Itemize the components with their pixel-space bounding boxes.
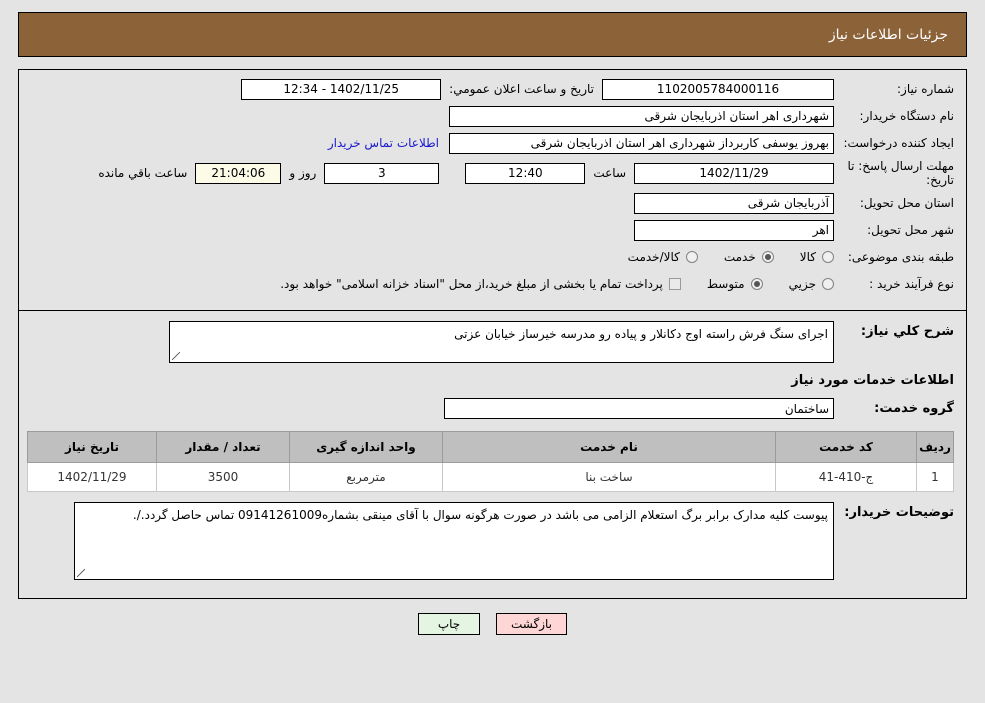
requester-value: بهروز یوسفی کاربرداز شهرداری اهر استان ا… (449, 132, 834, 154)
row-category: طبقه بندی موضوعی: کالا خدمت کالا/خدمت (31, 246, 954, 268)
process-option-label: متوسط (706, 277, 745, 291)
deadline-label: مهلت ارسال پاسخ: تا تاریخ: (847, 159, 954, 187)
radio-icon-selected[interactable] (750, 278, 763, 290)
category-radio-group: کالا خدمت کالا/خدمت (31, 250, 834, 264)
row-need-number: شماره نیاز: 1102005784000116 تاریخ و ساع… (31, 78, 954, 100)
row-description: شرح کلي نیاز: اجرای سنگ فرش راسته اوج دک… (31, 321, 954, 363)
category-option-label: کالا/خدمت (627, 250, 680, 264)
cell-quantity: 3500 (156, 462, 290, 492)
need-number-value: 1102005784000116 (602, 78, 834, 100)
services-table-body: 1 ج-410-41 ساخت بنا مترمربع 3500 1402/11… (27, 462, 954, 492)
th-quantity: تعداد / مقدار (156, 431, 290, 463)
th-service-name: نام خدمت (442, 431, 776, 463)
row-requester: ایجاد کننده درخواست: بهروز یوسفی کاربردا… (31, 132, 954, 154)
th-service-code: کد خدمت (775, 431, 917, 463)
category-option-khedmat[interactable]: خدمت (724, 250, 774, 264)
need-number-label: شماره نیاز: (897, 81, 954, 96)
announce-datetime-value: 1402/11/25 - 12:34 (241, 78, 442, 100)
print-button[interactable]: چاپ (418, 613, 480, 635)
remaining-time-countdown: 21:04:06 (195, 162, 282, 184)
footer-actions: بازگشت چاپ (0, 613, 985, 635)
row-service-group: گروه خدمت: ساختمان (31, 398, 954, 419)
remaining-time-label: ساعت باقي مانده (98, 166, 188, 180)
deadline-date-value: 1402/11/29 (634, 162, 834, 184)
announce-label: تاریخ و ساعت اعلان عمومي: (449, 82, 594, 96)
table-header-row: ردیف کد خدمت نام خدمت واحد اندازه گیری ت… (27, 431, 954, 463)
row-buyer-notes: توضیحات خریدار: پیوست کلیه مدارک برابر ب… (31, 502, 954, 580)
services-table-head: ردیف کد خدمت نام خدمت واحد اندازه گیری ت… (27, 431, 954, 463)
row-buyer-org: نام دستگاه خریدار: شهرداری اهر استان اذر… (31, 105, 954, 127)
radio-icon[interactable] (822, 278, 834, 290)
checkbox-icon[interactable] (668, 278, 681, 290)
category-option-label: خدمت (723, 250, 756, 264)
cell-radif: 1 (916, 462, 954, 492)
process-option-label: جزیي (788, 277, 816, 291)
row-city: شهر محل تحویل: اهر (31, 219, 954, 241)
page-title: جزئیات اطلاعات نیاز (828, 26, 948, 43)
treasury-payment-checkbox-item[interactable]: پرداخت تمام یا بخشی از مبلغ خرید،از محل … (280, 277, 681, 291)
page-root: جزئیات اطلاعات نیاز شماره نیاز: 11020057… (0, 12, 985, 635)
city-label: شهر محل تحویل: (867, 222, 954, 237)
category-option-kala[interactable]: کالا (800, 250, 834, 264)
deadline-hour-value: 12:40 (465, 162, 586, 184)
cell-service-name: ساخت بنا (442, 462, 776, 492)
table-row: 1 ج-410-41 ساخت بنا مترمربع 3500 1402/11… (27, 462, 954, 492)
radio-icon-selected[interactable] (761, 251, 774, 263)
buyer-org-value: شهرداری اهر استان اذربایجان شرقی (449, 105, 834, 127)
details-panel: شماره نیاز: 1102005784000116 تاریخ و ساع… (18, 69, 967, 599)
buyer-org-label: نام دستگاه خریدار: (859, 108, 955, 123)
category-option-label: کالا (799, 250, 816, 264)
purchase-process-radio-group: جزیي متوسط پرداخت تمام یا بخشی از مبلغ خ… (31, 277, 834, 291)
details-section: شرح کلي نیاز: اجرای سنگ فرش راسته اوج دک… (19, 311, 966, 598)
cell-unit: مترمربع (289, 462, 443, 492)
deadline-hour-label: ساعت (593, 166, 626, 180)
row-purchase-process: نوع فرآیند خرید : جزیي متوسط پرداخت تمام… (31, 273, 954, 295)
row-deadline: مهلت ارسال پاسخ: تا تاریخ: 1402/11/29 سا… (31, 159, 954, 187)
buyer-notes-label: توضیحات خریدار: (844, 505, 954, 520)
radio-icon[interactable] (685, 251, 698, 263)
cell-need-date: 1402/11/29 (27, 462, 157, 492)
province-value: آذربایجان شرقی (634, 192, 834, 214)
process-option-motavaset[interactable]: متوسط (707, 277, 763, 291)
services-table-wrap: ردیف کد خدمت نام خدمت واحد اندازه گیری ت… (27, 431, 954, 492)
buyer-notes-textarea[interactable]: پیوست کلیه مدارک برابر برگ استعلام الزام… (74, 502, 834, 580)
row-province: استان محل تحویل: آذربایجان شرقی (31, 192, 954, 214)
province-label: استان محل تحویل: (859, 195, 954, 210)
remaining-days-label: روز و (289, 166, 317, 180)
back-button[interactable]: بازگشت (496, 613, 567, 635)
cell-service-code: ج-410-41 (775, 462, 917, 492)
category-label: طبقه بندی موضوعی: (847, 249, 954, 264)
requester-label: ایجاد کننده درخواست: (843, 135, 954, 150)
description-textarea[interactable]: اجرای سنگ فرش راسته اوج دکانلار و پیاده … (169, 321, 834, 363)
treasury-payment-note: پرداخت تمام یا بخشی از مبلغ خرید،از محل … (280, 277, 663, 291)
description-label: شرح کلي نیاز: (860, 324, 954, 339)
purchase-process-label: نوع فرآیند خرید : (869, 276, 954, 291)
category-option-kala-khedmat[interactable]: کالا/خدمت (628, 250, 698, 264)
city-value: اهر (634, 219, 834, 241)
th-need-date: تاریخ نیاز (27, 431, 157, 463)
process-option-jozei[interactable]: جزیي (789, 277, 834, 291)
page-header: جزئیات اطلاعات نیاز (18, 12, 967, 57)
summary-section: شماره نیاز: 1102005784000116 تاریخ و ساع… (19, 70, 966, 310)
th-radif: ردیف (916, 431, 954, 463)
services-table: ردیف کد خدمت نام خدمت واحد اندازه گیری ت… (27, 431, 954, 492)
service-group-label: گروه خدمت: (874, 401, 954, 416)
services-section-title: اطلاعات خدمات مورد نیاز (791, 373, 954, 388)
service-group-value: ساختمان (444, 398, 834, 419)
buyer-contact-link[interactable]: اطلاعات تماس خریدار (328, 136, 439, 150)
remaining-days-value: 3 (324, 162, 440, 184)
th-unit: واحد اندازه گیری (289, 431, 443, 463)
radio-icon[interactable] (822, 251, 834, 263)
